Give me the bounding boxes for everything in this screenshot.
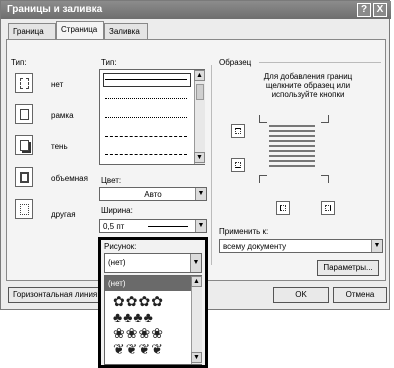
setting-none-label[interactable]: нет [51,80,63,89]
preview-heading: Образец [219,58,252,67]
setting-custom-label[interactable]: другая [51,210,76,219]
preview-text-line [269,155,315,157]
color-value: Авто [144,190,162,199]
width-dropdown[interactable]: 0,5 пт ▼ [99,219,207,233]
style-heading: Тип: [101,58,117,67]
setting-box-label[interactable]: рамка [51,111,74,120]
line-style-dotted[interactable] [105,98,187,99]
preview-text-line [269,160,315,162]
art-option-flowers[interactable]: ✿✿✿✿ [113,294,164,308]
scroll-down-icon[interactable]: ▼ [191,352,202,363]
line-style-fine-dotted[interactable] [105,117,187,118]
tab-border[interactable]: Граница [8,23,56,39]
scroll-thumb[interactable] [196,84,204,100]
apply-to-value: всему документу [223,242,287,251]
corner-mark [321,115,329,123]
setting-shadow-icon[interactable] [15,135,33,155]
width-label: Ширина: [101,206,133,215]
corner-mark [259,175,267,183]
apply-to-label: Применить к: [219,227,269,236]
art-option-none[interactable]: (нет) [105,276,191,291]
art-label: Рисунок: [104,242,137,251]
setting-3d-label[interactable]: объемная [51,174,88,183]
preview-text-line [269,135,315,137]
horizontal-line-button[interactable]: Горизонтальная линия... [8,287,100,303]
art-value: (нет) [108,258,126,267]
selected-line-style[interactable] [103,73,191,87]
scroll-up-icon[interactable]: ▲ [191,276,202,287]
left-border-button[interactable] [276,201,290,215]
width-line-sample [148,226,188,227]
line-style-dashed[interactable] [105,136,187,137]
apply-to-dropdown[interactable]: всему документу ▼ [219,239,383,253]
art-dropdown[interactable]: (нет) ▼ [104,253,202,273]
color-dropdown[interactable]: Авто ▼ [99,187,207,201]
column-separator [211,65,212,265]
color-label: Цвет: [101,176,122,185]
setting-none-icon[interactable] [15,73,33,93]
corner-mark [259,115,267,123]
preview-heading-rule [259,62,381,63]
tab-page-border[interactable]: Страница [56,21,104,40]
preview-hint: Для добавления границ щелкните образец и… [263,72,353,99]
preview-text-line [269,165,315,167]
setting-3d-icon[interactable] [15,167,33,187]
setting-heading: Тип: [11,58,27,67]
art-option-trees[interactable]: ♣♣♣♣ [113,310,154,324]
chevron-down-icon[interactable]: ▼ [195,188,206,200]
help-button[interactable]: ? [357,3,371,17]
preview-text-line [269,130,315,132]
tab-shading[interactable]: Заливка [104,23,148,39]
art-option-shells[interactable]: ❀❀❀❀ [113,326,164,340]
preview-area[interactable] [243,113,347,185]
ok-button[interactable]: OK [273,287,329,303]
dialog-title: Границы и заливка [1,1,391,19]
corner-mark [321,175,329,183]
preview-text-line [269,140,315,142]
chevron-down-icon[interactable]: ▼ [190,254,201,272]
preview-text-line [269,150,315,152]
art-dropdown-panel[interactable]: Рисунок: (нет) ▼ (нет) ✿✿✿✿ ♣♣♣♣ ❀❀❀❀ ❦❦… [98,237,208,368]
width-value: 0,5 пт [103,222,125,231]
setting-custom-icon[interactable] [15,199,33,219]
setting-box-icon[interactable] [15,104,33,124]
close-button[interactable]: X [373,3,387,17]
line-style-dash-dot[interactable] [105,154,187,155]
preview-text-line [269,125,315,127]
options-button[interactable]: Параметры... [317,260,379,276]
chevron-down-icon[interactable]: ▼ [371,240,382,252]
line-style-solid[interactable] [105,79,187,80]
setting-shadow-label[interactable]: тень [51,142,68,151]
line-style-scrollbar[interactable]: ▲ ▼ [194,70,205,164]
scroll-down-icon[interactable]: ▼ [194,152,205,163]
right-border-button[interactable] [321,201,335,215]
chevron-down-icon[interactable]: ▼ [195,220,206,232]
scroll-up-icon[interactable]: ▲ [194,70,205,81]
line-style-list[interactable]: ▲ ▼ [99,69,205,165]
art-option-birds[interactable]: ❦❦❦❦ [113,342,164,356]
art-options-list[interactable]: (нет) ✿✿✿✿ ♣♣♣♣ ❀❀❀❀ ❦❦❦❦ ▲ ▼ [104,275,202,365]
preview-text-line [269,145,315,147]
art-scrollbar[interactable]: ▲ ▼ [191,276,202,364]
cancel-button[interactable]: Отмена [333,287,387,303]
